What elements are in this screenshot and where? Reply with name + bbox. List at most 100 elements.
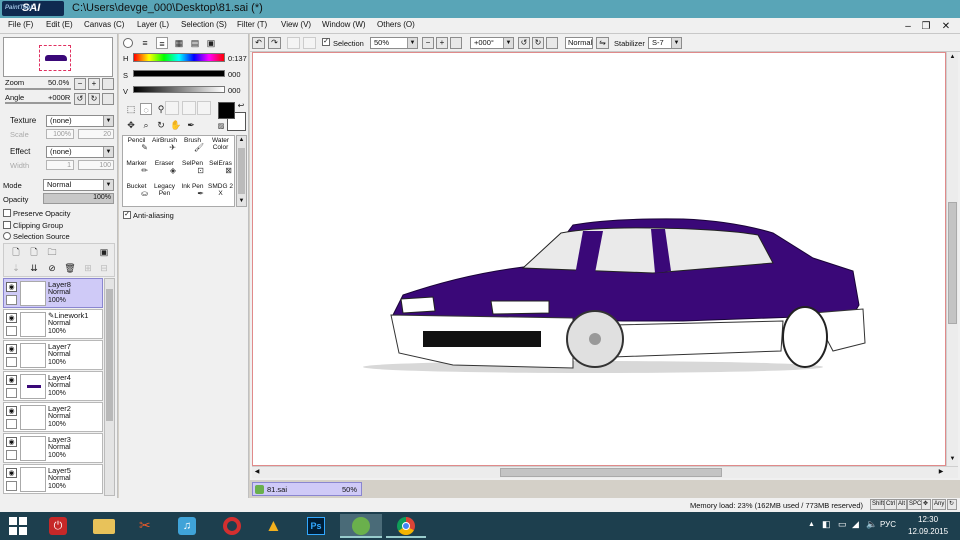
arrow-up-icon[interactable]: ▲: [947, 52, 958, 62]
close-icon[interactable]: ✕: [938, 21, 954, 33]
tool-brush[interactable]: Brush 🖌: [179, 137, 206, 161]
eye-icon[interactable]: ◉: [6, 282, 17, 292]
swatch-icon[interactable]: ▦: [173, 37, 185, 49]
width-number-field[interactable]: 100: [78, 160, 114, 170]
view-mode-select[interactable]: Normal: [565, 37, 593, 49]
tool-bucket[interactable]: Bucket ⛀: [123, 183, 150, 207]
zoom-in-button[interactable]: +: [436, 37, 448, 49]
taskbar-explorer[interactable]: [86, 514, 122, 538]
menu-edit[interactable]: Edit (E): [46, 20, 73, 29]
stabilizer-select[interactable]: S-7 ▼: [648, 37, 682, 49]
scale-field[interactable]: 100%: [46, 129, 74, 139]
tool-airbrush[interactable]: AirBrush ✈: [151, 137, 178, 161]
layer-row[interactable]: ◉ Layer2 Normal 100%: [3, 402, 103, 432]
rotate-left-icon[interactable]: ↺: [518, 37, 530, 49]
merge-visible-icon[interactable]: ⊞: [82, 262, 94, 274]
preserve-opacity-checkbox[interactable]: [3, 209, 11, 217]
scale-number-field[interactable]: 20: [78, 129, 114, 139]
document-tab[interactable]: 81.sai 50%: [252, 482, 362, 496]
flip-icon[interactable]: ⇋: [596, 37, 609, 49]
taskbar-app-scissors[interactable]: ✂: [130, 514, 166, 538]
effect-select[interactable]: (none) ▼: [46, 146, 114, 158]
angle-select[interactable]: +000° ▼: [470, 37, 514, 49]
menu-layer[interactable]: Layer (L): [137, 20, 169, 29]
eyedropper-icon[interactable]: ✒: [185, 119, 197, 131]
lock-toggle[interactable]: [6, 419, 17, 429]
swap-colors-icon[interactable]: ↩: [235, 100, 247, 112]
eye-icon[interactable]: ◉: [6, 375, 17, 385]
new-linework-layer-icon[interactable]: 🗋: [28, 246, 40, 258]
anti-aliasing-checkbox[interactable]: ✓: [123, 211, 131, 219]
rotate-icon[interactable]: ↻: [155, 119, 167, 131]
layer-row[interactable]: ◉ Layer8 Normal 100%: [3, 278, 103, 308]
angle-reset-button[interactable]: [102, 93, 114, 105]
menu-file[interactable]: File (F): [8, 20, 33, 29]
rotate-right-icon[interactable]: ↻: [88, 93, 100, 105]
restore-icon[interactable]: ❐: [918, 21, 934, 33]
tray-date[interactable]: 12.09.2015: [908, 527, 948, 536]
rgb-slider-icon[interactable]: ≡: [139, 37, 151, 49]
arrow-left-icon[interactable]: ◀: [252, 467, 262, 478]
new-folder-icon[interactable]: 🗀: [46, 246, 58, 258]
tool-pencil[interactable]: Pencil ✎: [123, 137, 150, 161]
taskbar-photoshop[interactable]: Ps: [298, 514, 334, 538]
clipping-group-checkbox[interactable]: [3, 221, 11, 229]
arrow-down-icon[interactable]: ▼: [237, 197, 246, 206]
tool-eraser[interactable]: Eraser ◈: [151, 160, 178, 184]
eye-icon[interactable]: ◉: [6, 437, 17, 447]
hsv-slider-icon[interactable]: ≡: [156, 37, 168, 49]
tool-legacy-pen[interactable]: Legacy Pen: [151, 183, 178, 207]
layer-row[interactable]: ◉ Layer3 Normal 100%: [3, 433, 103, 463]
angle-slider[interactable]: [5, 102, 71, 104]
primary-color-swatch[interactable]: [218, 102, 235, 119]
layer-row[interactable]: ◉ ✎Linework1 Normal 100%: [3, 309, 103, 339]
menu-canvas[interactable]: Canvas (C): [84, 20, 124, 29]
layer-scrollbar-thumb[interactable]: [106, 289, 113, 421]
blend-mode-select[interactable]: Normal ▼: [43, 179, 114, 191]
tools-scrollbar[interactable]: ▲ ▼: [236, 135, 247, 207]
menu-filter[interactable]: Filter (T): [237, 20, 267, 29]
zoom-reset-button[interactable]: [102, 78, 114, 90]
tray-language[interactable]: РУС: [880, 520, 896, 529]
lock-toggle[interactable]: [6, 295, 17, 305]
undo-icon[interactable]: ↶: [252, 37, 265, 49]
lock-toggle[interactable]: [6, 326, 17, 336]
layer-scrollbar[interactable]: [104, 278, 115, 496]
selection-checkbox[interactable]: ✓: [322, 38, 330, 46]
canvas-vertical-scrollbar[interactable]: ▲ ▼: [946, 52, 958, 466]
zoom-out-button[interactable]: −: [422, 37, 434, 49]
flatten-icon[interactable]: ⊟: [98, 262, 110, 274]
new-layer-icon[interactable]: 🗋: [10, 246, 22, 258]
tools-scrollbar-thumb[interactable]: [238, 148, 245, 194]
lock-toggle[interactable]: [6, 388, 17, 398]
width-field[interactable]: 1: [46, 160, 74, 170]
hue-slider[interactable]: [133, 53, 225, 62]
eye-icon[interactable]: ◉: [6, 313, 17, 323]
rotate-left-icon[interactable]: ↺: [74, 93, 86, 105]
eye-icon[interactable]: ◉: [6, 344, 17, 354]
tool-marker[interactable]: Marker ✏: [123, 160, 150, 184]
hand-icon[interactable]: ✋: [170, 119, 182, 131]
eye-icon[interactable]: ◉: [6, 468, 17, 478]
redo-icon[interactable]: ↷: [268, 37, 281, 49]
layer-mask-icon[interactable]: ▣: [98, 246, 110, 258]
hscroll-thumb[interactable]: [500, 468, 722, 477]
tray-time[interactable]: 12:30: [918, 515, 938, 524]
transfer-down-icon[interactable]: ⇣: [10, 262, 22, 274]
layer-row[interactable]: ◉ Layer7 Normal 100%: [3, 340, 103, 370]
menu-view[interactable]: View (V): [281, 20, 311, 29]
canvas-horizontal-scrollbar[interactable]: ◀ ▶: [252, 466, 958, 478]
rotate-reset-button[interactable]: [546, 37, 558, 49]
zoom-icon[interactable]: ⌕: [140, 119, 152, 131]
texture-select[interactable]: (none) ▼: [46, 115, 114, 127]
arrow-up-icon[interactable]: ▲: [237, 136, 246, 145]
saturation-slider[interactable]: [133, 70, 225, 77]
value-slider[interactable]: [133, 86, 225, 93]
zoom-out-button[interactable]: −: [74, 78, 86, 90]
lock-toggle[interactable]: [6, 450, 17, 460]
tool-smdg[interactable]: SMDG 2 X: [207, 183, 234, 207]
taskbar-app-triangle[interactable]: ▲: [256, 514, 292, 538]
zoom-slider[interactable]: [5, 88, 71, 90]
color-wheel-icon[interactable]: [123, 38, 133, 48]
drawing-canvas[interactable]: [252, 52, 946, 466]
